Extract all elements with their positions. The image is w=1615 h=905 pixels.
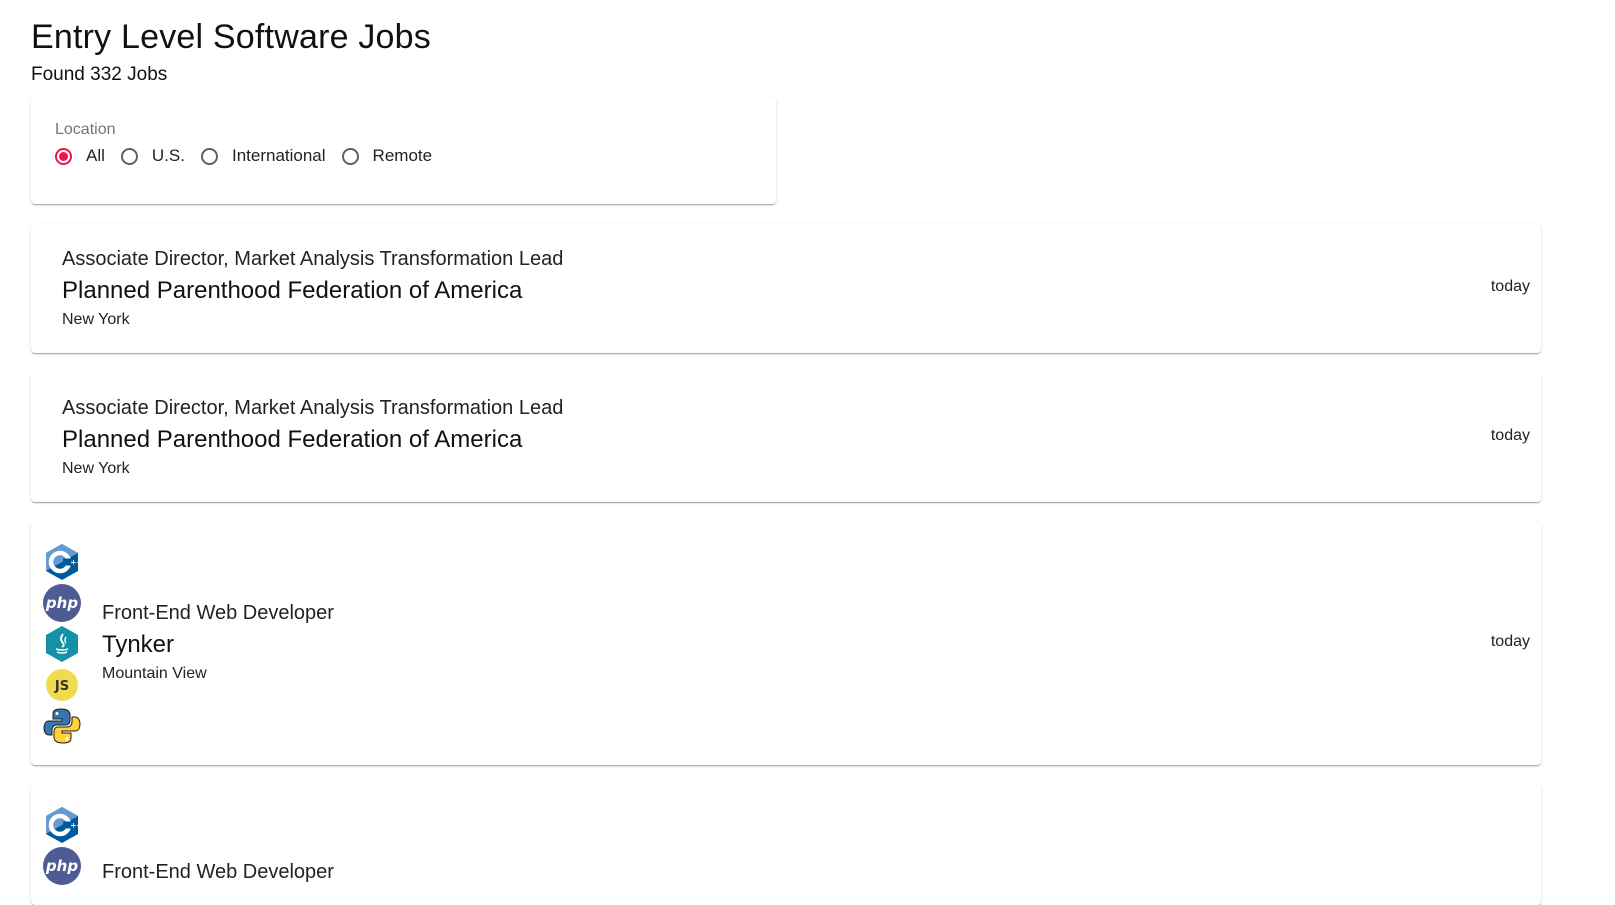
cpp-icon: ++	[46, 807, 83, 843]
java-icon	[46, 626, 78, 662]
svg-text:++: ++	[71, 822, 83, 830]
tech-stack-icons: ++ php JS	[42, 542, 82, 747]
radio-unselected-icon[interactable]	[341, 147, 359, 165]
location-radio-group: All U.S. International Remote	[55, 146, 448, 166]
svg-text:JS: JS	[54, 679, 69, 694]
radio-unselected-icon[interactable]	[120, 147, 138, 165]
page-title: Entry Level Software Jobs	[31, 18, 431, 56]
job-posted-date: today	[1490, 427, 1530, 444]
radio-label-us: U.S.	[151, 146, 185, 165]
php-icon: php	[43, 847, 81, 885]
radio-selected-icon[interactable]	[55, 147, 72, 165]
radio-option-remote[interactable]: Remote	[341, 146, 433, 166]
job-location: Mountain View	[102, 665, 207, 682]
job-card[interactable]: Associate Director, Market Analysis Tran…	[31, 373, 1541, 502]
job-company: Tynker	[102, 631, 175, 658]
job-card[interactable]: ++ php JS Front-End Web Developer Tynker…	[31, 522, 1541, 765]
radio-label-all: All	[86, 146, 105, 165]
job-count: Found 332 Jobs	[31, 64, 168, 85]
radio-option-all[interactable]: All	[55, 146, 105, 166]
radio-option-us[interactable]: U.S.	[120, 146, 185, 166]
job-title: Associate Director, Market Analysis Tran…	[62, 248, 564, 270]
job-posted-date: today	[1490, 278, 1530, 295]
location-filter-card: Location All U.S. International Remote	[31, 97, 776, 204]
radio-label-remote: Remote	[372, 146, 433, 165]
cpp-icon: ++	[46, 544, 83, 580]
job-location: New York	[62, 460, 130, 477]
tech-stack-icons: ++ php	[42, 805, 82, 887]
javascript-icon: JS	[46, 669, 78, 701]
job-info: Associate Director, Market Analysis Tran…	[62, 247, 563, 330]
svg-text:++: ++	[71, 559, 83, 567]
job-info: Associate Director, Market Analysis Tran…	[62, 396, 563, 479]
location-filter-label: Location	[55, 121, 116, 138]
job-title: Front-End Web Developer	[102, 861, 334, 883]
job-location: New York	[62, 311, 130, 328]
radio-unselected-icon[interactable]	[200, 147, 218, 165]
job-card[interactable]: Associate Director, Market Analysis Tran…	[31, 224, 1541, 353]
job-posted-date: today	[1490, 633, 1530, 650]
radio-option-international[interactable]: International	[200, 146, 326, 166]
job-title: Front-End Web Developer	[102, 602, 334, 624]
svg-text:php: php	[45, 857, 78, 875]
job-company: Planned Parenthood Federation of America	[62, 426, 523, 453]
python-icon	[43, 708, 81, 744]
php-icon: php	[43, 584, 81, 622]
svg-text:php: php	[45, 594, 78, 612]
job-title: Associate Director, Market Analysis Tran…	[62, 397, 564, 419]
job-info: Front-End Web Developer	[102, 860, 334, 884]
job-company: Planned Parenthood Federation of America	[62, 277, 523, 304]
radio-label-international: International	[231, 146, 326, 165]
job-card[interactable]: ++ php Front-End Web Developer	[31, 785, 1541, 905]
job-info: Front-End Web Developer Tynker Mountain …	[102, 601, 334, 684]
